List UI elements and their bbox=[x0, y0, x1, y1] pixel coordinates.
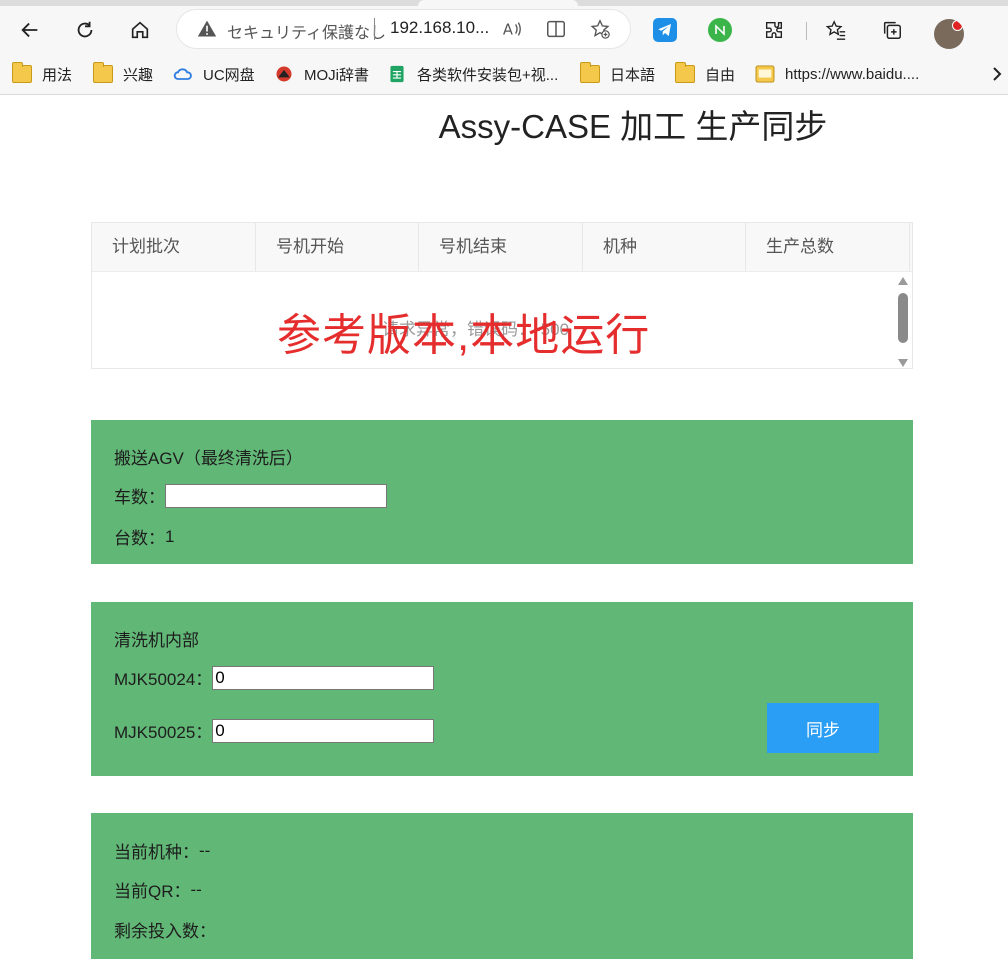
current-model-row: 当前机种： -- bbox=[114, 838, 210, 863]
bookmark-item[interactable]: 自由 bbox=[675, 62, 735, 86]
folder-icon bbox=[12, 62, 32, 83]
cloud-icon bbox=[173, 68, 192, 80]
bookmark-item[interactable]: 兴趣 bbox=[93, 62, 153, 86]
table-scrollbar[interactable] bbox=[896, 275, 910, 369]
nuxt-extension-icon[interactable] bbox=[708, 18, 732, 42]
bookmark-label: 自由 bbox=[705, 66, 736, 84]
bookmark-label: UC网盘 bbox=[203, 66, 255, 84]
status-panel: 当前机种： -- 当前QR： -- 剩余投入数： bbox=[91, 813, 913, 959]
svg-text:A: A bbox=[503, 22, 513, 39]
back-arrow-icon bbox=[21, 22, 38, 38]
bookmark-item[interactable]: MOJi辞書 bbox=[274, 62, 369, 86]
favorites-button[interactable] bbox=[820, 14, 852, 46]
table-body: 请求异常，错误码：-500 参考版本,本地运行 bbox=[92, 271, 912, 369]
refresh-button[interactable] bbox=[69, 14, 101, 46]
units-value: 1 bbox=[165, 526, 175, 546]
current-qr-row: 当前QR： -- bbox=[114, 877, 202, 902]
bookmark-item[interactable]: https://www.baidu.... bbox=[755, 62, 919, 86]
bookmark-label: 各类软件安装包+视... bbox=[417, 66, 559, 84]
warning-icon[interactable] bbox=[197, 19, 217, 39]
table-header: 计划批次 号机开始 号机结束 机种 生产总数 bbox=[92, 223, 912, 272]
moji-icon bbox=[276, 66, 292, 82]
watermark-text: 参考版本,本地运行 bbox=[277, 311, 651, 360]
sheet-icon bbox=[390, 65, 404, 83]
collections-button[interactable] bbox=[876, 14, 908, 46]
agv-panel: 搬送AGV（最终清洗后） 车数： 台数： 1 bbox=[91, 420, 913, 564]
page-title: Assy-CASE 加工 生产同步 bbox=[438, 108, 828, 145]
production-table: 计划批次 号机开始 号机结束 机种 生产总数 请求异常，错误码：-500 参考版… bbox=[91, 222, 913, 369]
bookmark-label: 兴趣 bbox=[123, 66, 154, 84]
url-text[interactable]: 192.168.10... bbox=[390, 18, 489, 38]
bookmark-label: 用法 bbox=[42, 66, 73, 84]
current-qr-label: 当前QR： bbox=[114, 882, 191, 901]
cars-label: 车数： bbox=[114, 488, 165, 507]
scroll-up-arrow-icon[interactable] bbox=[898, 277, 908, 285]
column-header[interactable]: 计划批次 bbox=[92, 223, 256, 271]
column-header[interactable]: 号机结束 bbox=[419, 223, 583, 271]
bookmark-label: MOJi辞書 bbox=[304, 66, 369, 84]
remaining-label: 剩余投入数： bbox=[114, 922, 216, 941]
cars-row: 车数： bbox=[114, 483, 387, 508]
bookmark-item[interactable]: UC网盘 bbox=[173, 62, 255, 86]
washer-panel-title: 清洗机内部 bbox=[114, 631, 199, 650]
toolbar-separator bbox=[806, 22, 807, 40]
home-button[interactable] bbox=[124, 14, 156, 46]
units-row: 台数： 1 bbox=[114, 524, 174, 549]
refresh-icon bbox=[77, 21, 93, 38]
agv-panel-title: 搬送AGV（最终清洗后） bbox=[114, 449, 303, 468]
washer-panel: 清洗机内部 MJK50024： MJK50025： 同步 bbox=[91, 602, 913, 776]
column-header[interactable]: 号机开始 bbox=[256, 223, 419, 271]
mjk50025-input[interactable] bbox=[212, 718, 435, 743]
sync-button[interactable]: 同步 bbox=[767, 703, 879, 753]
profile-avatar[interactable] bbox=[934, 19, 964, 49]
bookmark-label: https://www.baidu.... bbox=[785, 65, 920, 83]
browser-toolbar: セキュリティ保護なし 192.168.10... A bbox=[0, 6, 1008, 54]
mjk50024-input[interactable] bbox=[212, 665, 435, 690]
mjk50025-label: MJK50025： bbox=[114, 723, 213, 742]
add-favorite-icon[interactable] bbox=[589, 18, 611, 40]
split-screen-icon[interactable] bbox=[545, 18, 567, 40]
bookmark-item[interactable]: 用法 bbox=[12, 62, 72, 86]
mjk50025-row: MJK50025： bbox=[114, 718, 435, 743]
mjk50024-row: MJK50024： bbox=[114, 665, 435, 690]
collections-icon bbox=[883, 21, 901, 39]
current-model-value: -- bbox=[199, 840, 211, 860]
chevron-right-icon[interactable] bbox=[988, 64, 1006, 84]
web-icon bbox=[755, 65, 775, 83]
bookmark-item[interactable]: 日本語 bbox=[580, 62, 655, 86]
folder-icon bbox=[93, 62, 113, 83]
folder-icon bbox=[580, 62, 600, 83]
scroll-down-arrow-icon[interactable] bbox=[898, 359, 908, 367]
favorites-icon bbox=[825, 20, 846, 40]
bookmarks-bar: 用法 兴趣 UC网盘 MOJi辞書 各类软件安装包+视... 日本語 自由 ht… bbox=[0, 54, 1008, 95]
bookmark-item[interactable]: 各类软件安装包+视... bbox=[387, 62, 558, 86]
address-separator bbox=[374, 18, 375, 40]
units-label: 台数： bbox=[114, 529, 165, 548]
security-status[interactable]: セキュリティ保護なし bbox=[227, 19, 386, 43]
remaining-row: 剩余投入数： bbox=[114, 917, 216, 942]
column-header[interactable]: 机种 bbox=[583, 223, 746, 271]
puzzle-icon bbox=[765, 21, 783, 39]
extensions-button[interactable] bbox=[758, 14, 790, 46]
back-button[interactable] bbox=[14, 14, 46, 46]
folder-icon bbox=[675, 62, 695, 83]
column-header[interactable]: 生产总数 bbox=[746, 223, 910, 271]
home-icon bbox=[131, 21, 149, 39]
read-aloud-icon[interactable]: A bbox=[501, 18, 523, 40]
scrollbar-thumb[interactable] bbox=[898, 293, 908, 343]
mjk50024-label: MJK50024： bbox=[114, 670, 213, 689]
telegram-extension-icon[interactable] bbox=[653, 18, 677, 42]
notification-dot bbox=[952, 20, 963, 31]
cars-input[interactable] bbox=[165, 483, 387, 508]
current-model-label: 当前机种： bbox=[114, 843, 199, 862]
bookmark-label: 日本語 bbox=[610, 66, 656, 84]
address-bar[interactable]: セキュリティ保護なし 192.168.10... A bbox=[177, 10, 630, 48]
current-qr-value: -- bbox=[190, 879, 202, 899]
